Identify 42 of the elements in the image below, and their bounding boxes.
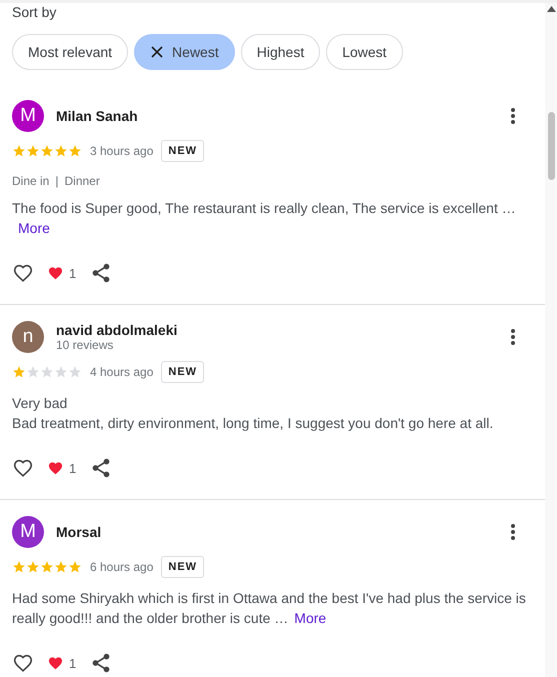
share-icon[interactable] (90, 457, 112, 479)
scroll-up-icon[interactable] (546, 6, 556, 12)
heart-icon (48, 461, 63, 475)
avatar[interactable]: n (12, 321, 44, 353)
heart-icon (48, 656, 63, 670)
scrollbar-thumb[interactable] (548, 112, 554, 180)
sort-label: Sort by (11, 4, 58, 20)
reaction-count: 1 (69, 656, 76, 670)
review-text: Very bad (12, 394, 68, 413)
review-text: Bad treatment, dirty environment, long time, I suggest you don't go here at all. (12, 414, 494, 433)
visit-detail: | (55, 174, 58, 188)
reaction-count: 1 (69, 266, 76, 280)
close-icon (150, 45, 164, 59)
review-text: Had some Shiryakh which is first in Ottawa and the best I've had plus the service is really good!!! and the older brother is cute … More (12, 589, 527, 628)
reviewer-name[interactable]: navid abdolmaleki (56, 322, 491, 338)
new-badge: NEW (161, 361, 204, 383)
like-icon[interactable] (12, 652, 34, 674)
review-text: The food is Super good, The restaurant is really clean, The service is excellent … More (12, 199, 517, 238)
new-badge: NEW (161, 556, 204, 578)
more-link[interactable]: More (294, 610, 326, 626)
avatar[interactable]: M (12, 516, 44, 548)
like-icon[interactable] (12, 457, 34, 479)
like-icon[interactable] (12, 262, 34, 284)
visit-detail: Dinner (64, 174, 100, 188)
sort-chip[interactable]: Newest (134, 34, 235, 70)
more-link[interactable]: More (18, 220, 50, 236)
reviewer-name[interactable]: Morsal (56, 524, 491, 540)
sort-chip[interactable]: Most relevant (12, 34, 128, 70)
avatar[interactable]: M (12, 100, 44, 132)
visit-detail: Dine in (12, 174, 50, 188)
review-time: 3 hours ago (90, 144, 154, 158)
new-badge: NEW (161, 140, 204, 162)
review-time: 6 hours ago (90, 560, 154, 574)
heart-icon (48, 266, 63, 280)
share-icon[interactable] (90, 262, 112, 284)
reaction-count: 1 (69, 460, 76, 476)
sort-chip[interactable]: Lowest (326, 34, 403, 70)
share-icon[interactable] (90, 652, 112, 674)
reviewer-name[interactable]: Milan Sanah (56, 108, 491, 124)
sort-chip[interactable]: Highest (240, 34, 320, 70)
review-time: 4 hours ago (90, 365, 154, 379)
review-count: 10 reviews (56, 338, 114, 352)
